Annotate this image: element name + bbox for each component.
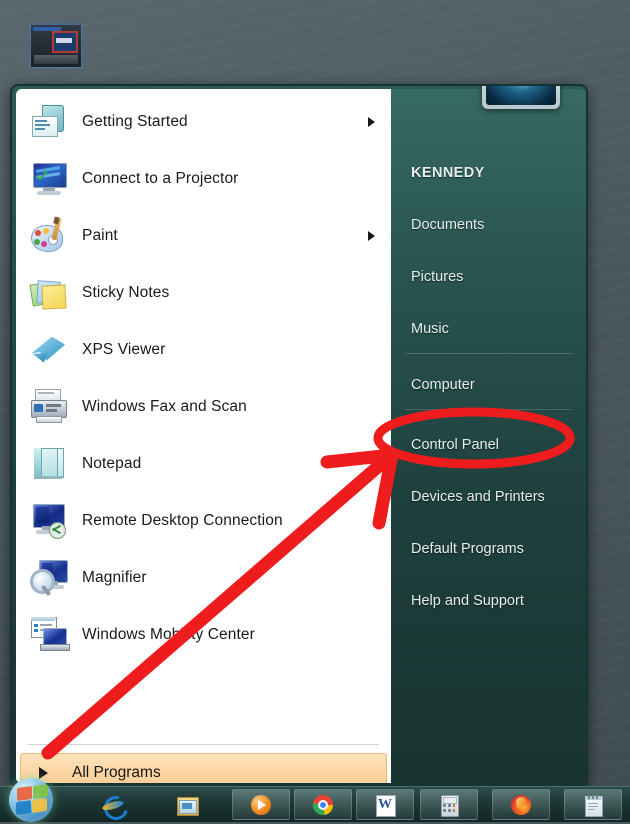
right-panel-item-pictures[interactable]: Pictures: [411, 269, 463, 285]
program-item-label: Getting Started: [82, 112, 188, 130]
program-item-sticky-notes[interactable]: Sticky Notes: [16, 264, 391, 321]
right-panel-item-devices-and-printers[interactable]: Devices and Printers: [411, 489, 545, 505]
mobility-center-icon: [30, 616, 70, 654]
paint-palette-icon: [30, 215, 68, 255]
user-name-label[interactable]: KENNEDY: [411, 165, 485, 181]
program-item-remote-desktop-connection[interactable]: Remote Desktop Connection: [16, 492, 391, 549]
right-panel-item-control-panel[interactable]: Control Panel: [411, 437, 499, 453]
calculator-icon: [438, 794, 460, 817]
start-menu-right-pane: hp KENNEDY Documents Pictures Music Compute…: [391, 86, 586, 783]
program-item-label: Notepad: [82, 454, 142, 472]
remote-desktop-icon: [30, 502, 68, 540]
firefox-icon: [510, 794, 532, 816]
calculator-icon: [438, 794, 460, 817]
taskbar-button-notepad-taskbar[interactable]: [564, 789, 622, 820]
notepad-taskbar-icon: [582, 794, 604, 817]
start-button[interactable]: [9, 778, 53, 822]
right-panel-separator: [405, 353, 572, 354]
chevron-right-icon: [368, 230, 375, 241]
projector-icon: [30, 160, 68, 198]
hp-logo-text: hp: [506, 84, 536, 85]
paint-palette-icon: [30, 215, 68, 255]
desktop-shortcut-icon[interactable]: [30, 24, 82, 68]
program-item-label: XPS Viewer: [82, 340, 166, 358]
google-chrome-icon: [312, 794, 334, 816]
user-avatar[interactable]: hp: [482, 84, 560, 109]
sticky-notes-icon: [29, 274, 68, 312]
program-item-getting-started[interactable]: Getting Started: [16, 93, 391, 150]
taskbar-button-firefox[interactable]: [492, 789, 550, 820]
all-programs-button[interactable]: All Programs: [20, 753, 387, 783]
program-item-windows-mobility-center[interactable]: Windows Mobility Center: [16, 606, 391, 663]
all-programs-label: All Programs: [72, 764, 161, 781]
program-item-windows-fax-and-scan[interactable]: Windows Fax and Scan: [16, 378, 391, 435]
program-item-label: Magnifier: [82, 568, 147, 586]
program-list: Getting Started Connect to a Projector Pai…: [16, 93, 391, 663]
program-item-label: Windows Mobility Center: [82, 625, 255, 643]
file-explorer-icon: [176, 794, 199, 816]
program-item-paint[interactable]: Paint: [16, 207, 391, 264]
taskbar: W: [0, 778, 630, 824]
notepad-taskbar-icon: [582, 794, 604, 817]
right-panel-item-help-and-support[interactable]: Help and Support: [411, 593, 524, 609]
program-item-xps-viewer[interactable]: XPS Viewer: [16, 321, 391, 378]
program-item-label: Windows Fax and Scan: [82, 397, 247, 415]
fax-scan-icon: [30, 388, 68, 426]
google-chrome-icon: [312, 794, 334, 816]
file-explorer-icon: [176, 794, 199, 816]
taskbar-button-file-explorer[interactable]: [158, 789, 216, 820]
microsoft-word-icon: W: [374, 794, 396, 817]
xps-viewer-icon: [30, 331, 68, 369]
chevron-right-icon: [368, 116, 375, 127]
icon-base: [34, 55, 78, 64]
right-panel-item-default-programs[interactable]: Default Programs: [411, 541, 524, 557]
program-item-label: Paint: [82, 226, 118, 244]
getting-started-icon: [30, 103, 68, 141]
start-menu-left-pane: Getting Started Connect to a Projector Pai…: [16, 89, 391, 783]
magnifier-icon: [30, 559, 68, 597]
getting-started-icon: [30, 103, 68, 141]
left-pane-separator: [28, 744, 379, 745]
mobility-center-icon: [30, 616, 70, 654]
projector-icon: [30, 160, 68, 198]
firefox-icon: [510, 794, 532, 816]
taskbar-button-windows-media-player[interactable]: [232, 789, 290, 820]
internet-explorer-icon: [99, 791, 133, 824]
taskbar-button-internet-explorer[interactable]: [84, 789, 142, 824]
program-item-label: Connect to a Projector: [82, 169, 239, 187]
program-item-magnifier[interactable]: Magnifier: [16, 549, 391, 606]
windows-media-player-icon: [250, 794, 272, 816]
notepad-icon: [30, 445, 68, 483]
xps-viewer-icon: [30, 331, 68, 369]
program-item-notepad[interactable]: Notepad: [16, 435, 391, 492]
right-panel-item-computer[interactable]: Computer: [411, 377, 475, 393]
remote-desktop-icon: [30, 502, 68, 540]
right-panel-item-documents[interactable]: Documents: [411, 217, 484, 233]
program-item-connect-to-a-projector[interactable]: Connect to a Projector: [16, 150, 391, 207]
internet-explorer-icon: [99, 791, 133, 824]
magnifier-icon: [30, 559, 68, 597]
start-menu: Getting Started Connect to a Projector Pai…: [10, 84, 588, 787]
right-panel-item-music[interactable]: Music: [411, 321, 449, 337]
notepad-icon: [30, 445, 68, 483]
right-panel-separator: [405, 409, 572, 410]
microsoft-word-icon: W: [374, 794, 396, 817]
program-item-label: Remote Desktop Connection: [82, 511, 283, 529]
icon-red-frame: [52, 31, 78, 53]
fax-scan-icon: [30, 388, 68, 426]
windows-media-player-icon: [250, 794, 272, 816]
taskbar-button-calculator[interactable]: [420, 789, 478, 820]
taskbar-button-google-chrome[interactable]: [294, 789, 352, 820]
chevron-right-icon: [39, 767, 48, 779]
hp-logo-icon: hp: [486, 84, 556, 105]
sticky-notes-icon: [29, 274, 68, 312]
program-item-label: Sticky Notes: [82, 283, 170, 301]
taskbar-button-microsoft-word[interactable]: W: [356, 789, 414, 820]
